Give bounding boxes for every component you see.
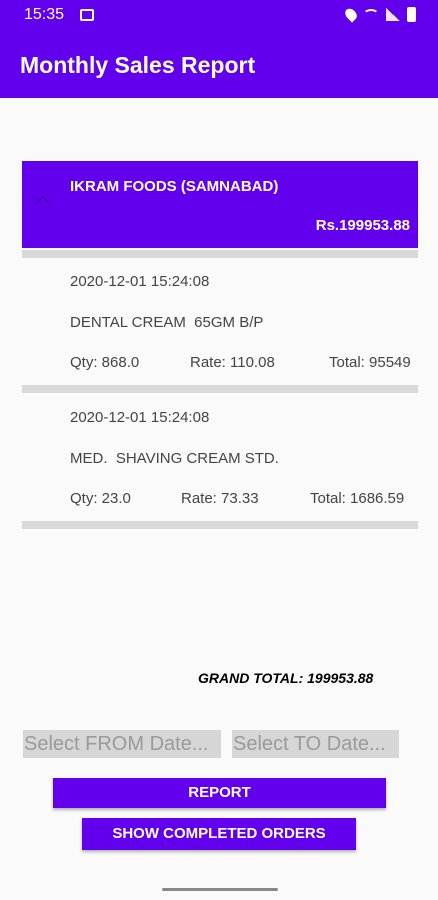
divider [22,521,418,529]
item-rate: Rate: 110.08 [190,354,275,371]
item-qty: Qty: 868.0 [70,354,140,371]
item-date: 2020-12-01 15:24:08 [70,273,210,290]
collapse-caret-icon[interactable] [35,195,51,211]
show-completed-orders-button[interactable]: SHOW COMPLETED ORDERS [82,818,356,850]
item-total: Total: 95549 [329,354,411,371]
group-header-ikram-foods[interactable]: IKRAM FOODS (SAMNABAD) Rs.199953.88 [22,161,418,248]
divider [22,385,418,393]
item-name: MED. SHAVING CREAM STD. [70,450,279,467]
status-icons [342,6,416,23]
report-button[interactable]: REPORT [53,778,386,808]
battery-icon [407,7,416,22]
item-total: Total: 1686.59 [310,490,405,507]
signal-icon [386,8,400,21]
group-title: IKRAM FOODS (SAMNABAD) [70,178,279,195]
to-date-input[interactable]: Select TO Date... [232,730,399,758]
status-time: 15:35 [24,6,65,23]
item-date: 2020-12-01 15:24:08 [70,409,210,426]
from-date-input[interactable]: Select FROM Date... [23,730,221,758]
navigation-bar [0,880,438,900]
image-notification-icon [80,9,94,21]
item-name: DENTAL CREAM 65GM B/P [70,314,264,331]
divider [22,250,418,258]
page-title: Monthly Sales Report [20,52,256,78]
group-amount: Rs.199953.88 [315,217,410,234]
status-bar: 15:35 [0,0,438,32]
item-qty: Qty: 23.0 [70,490,131,507]
app-bar: Monthly Sales Report [0,32,438,98]
grand-total: GRAND TOTAL: 199953.88 [198,670,374,686]
home-gesture-handle[interactable] [162,888,278,891]
item-values-row: Qty: 868.0 Rate: 110.08 Total: 95549 [22,352,418,382]
wifi-icon [363,8,379,21]
item-values-row: Qty: 23.0 Rate: 73.33 Total: 1686.59 [22,488,418,518]
location-icon [342,6,360,23]
item-rate: Rate: 73.33 [181,490,259,507]
